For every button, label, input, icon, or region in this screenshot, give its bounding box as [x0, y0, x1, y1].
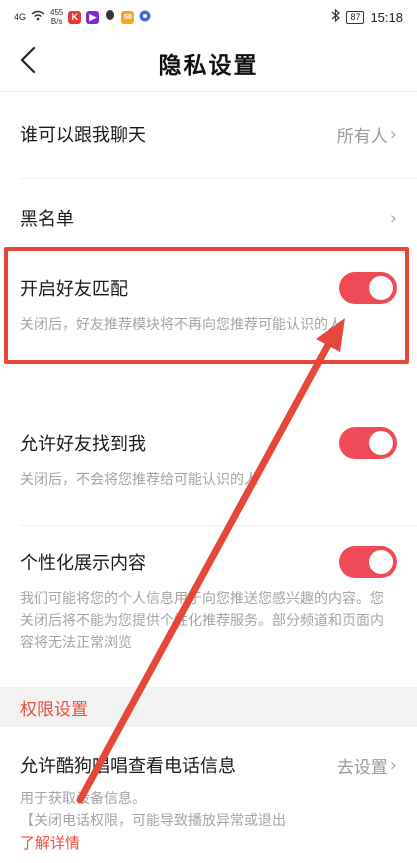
find-me-label: 允许好友找到我	[20, 434, 146, 455]
phone-info-desc-line1: 用于获取设备信息。	[20, 791, 146, 807]
permissions-section-title: 权限设置	[20, 699, 88, 720]
clock: 15:18	[370, 9, 403, 25]
phone-info-desc: 用于获取设备信息。 【关闭电话权限，可能导致播放异常或退出	[20, 788, 397, 832]
page-title: 隐私设置	[158, 52, 259, 79]
chevron-right-icon: ›	[389, 207, 397, 229]
friend-match-desc: 关闭后，好友推荐模块将不再向您推荐可能认识的人	[20, 317, 342, 333]
chevron-right-icon: ›	[389, 754, 397, 776]
phone-info-value-text: 去设置	[336, 757, 388, 778]
personalized-toggle[interactable]	[339, 546, 397, 578]
friend-match-row: 开启好友匹配 关闭后，好友推荐模块将不再向您推荐可能认识的人	[0, 272, 417, 340]
find-me-row: 允许好友找到我 关闭后，不会将您推荐给可能认识的人	[0, 427, 417, 491]
personalized-desc: 我们可能将您的个人信息用于向您推送您感兴趣的内容。您关闭后将不能为您提供个性化推…	[20, 591, 384, 651]
personalized-label: 个性化展示内容	[20, 553, 146, 574]
nav-header: 隐私设置	[0, 34, 417, 92]
find-me-desc: 关闭后，不会将您推荐给可能认识的人	[20, 472, 258, 488]
phone-info-label: 允许酷狗唱唱查看电话信息	[20, 756, 236, 777]
qq-icon	[104, 9, 116, 25]
learn-more-link[interactable]: 了解详情	[20, 832, 397, 853]
chevron-left-icon	[20, 46, 36, 78]
video-app-icon: ▶	[86, 10, 100, 24]
signal-icon: 4G	[14, 11, 27, 22]
battery-icon: 87	[346, 10, 365, 24]
who-can-chat-row[interactable]: 谁可以跟我聊天 所有人 ›	[0, 104, 417, 164]
blacklist-row[interactable]: 黑名单 ›	[0, 188, 417, 248]
who-can-chat-value: 所有人 ›	[337, 122, 397, 147]
back-button[interactable]	[10, 44, 46, 80]
net-speed: 455 B/s	[50, 8, 64, 26]
who-can-chat-value-text: 所有人	[336, 126, 388, 147]
phone-info-row[interactable]: 允许酷狗唱唱查看电话信息 去设置 › 用于获取设备信息。 【关闭电话权限，可能导…	[0, 752, 417, 853]
divider	[20, 525, 417, 526]
chevron-right-icon: ›	[389, 123, 397, 145]
friend-match-label: 开启好友匹配	[20, 279, 128, 300]
wifi-icon	[31, 10, 45, 24]
phone-info-value[interactable]: 去设置 ›	[337, 753, 397, 778]
friend-match-toggle[interactable]	[339, 272, 397, 304]
permissions-section-header: 权限设置	[0, 687, 417, 727]
personalized-row: 个性化展示内容 我们可能将您的个人信息用于向您推送您感兴趣的内容。您关闭后将不能…	[0, 546, 417, 654]
bluetooth-icon	[331, 8, 341, 25]
phone-info-desc-line2: 【关闭电话权限，可能导致播放异常或退出	[20, 813, 286, 829]
find-me-toggle[interactable]	[339, 427, 397, 459]
browser-icon	[139, 10, 151, 25]
58-app-icon: 58	[121, 10, 135, 24]
blacklist-label: 黑名单	[20, 209, 74, 230]
kuaishou-app-icon: K	[68, 10, 82, 24]
who-can-chat-label: 谁可以跟我聊天	[20, 125, 146, 146]
status-bar: 4G 455 B/s K ▶ 58 87 15:18	[0, 0, 417, 34]
divider	[20, 178, 417, 179]
